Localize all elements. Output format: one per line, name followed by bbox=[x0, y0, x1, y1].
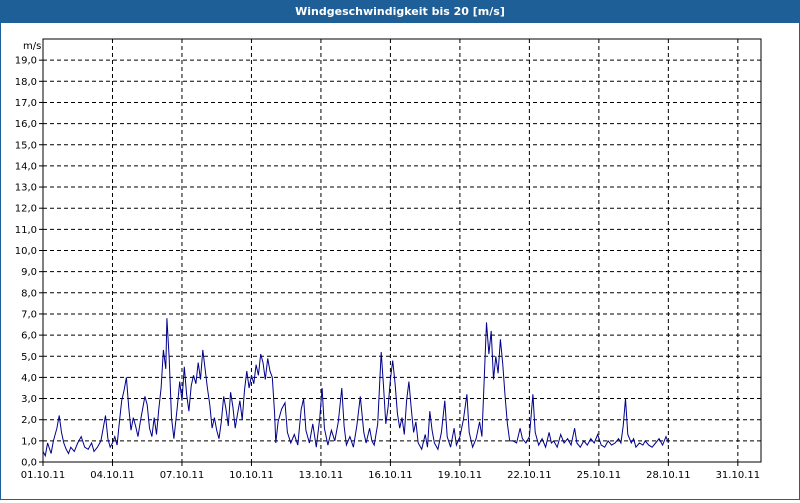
y-tick-label: 2,0 bbox=[21, 415, 37, 426]
chart-grid bbox=[42, 38, 762, 463]
y-tick-label: 10,0 bbox=[15, 246, 37, 257]
x-axis-ticks: 01.10.11 04.10.11 07.10.11 10.10.11 13.10.11… bbox=[21, 462, 760, 481]
x-tick-label: 25.10.11 bbox=[577, 470, 622, 481]
x-tick-label: 13.10.11 bbox=[299, 470, 344, 481]
chart-window: Windgeschwindigkeit bis 20 [m/s] m/s 0,0… bbox=[0, 0, 800, 500]
x-tick-label: 07.10.11 bbox=[160, 470, 205, 481]
x-tick-label: 28.10.11 bbox=[646, 470, 691, 481]
plot-area bbox=[42, 318, 669, 458]
y-tick-label: 16,0 bbox=[15, 119, 37, 130]
y-tick-label: 8,0 bbox=[21, 288, 37, 299]
x-tick-label: 31.10.11 bbox=[716, 470, 761, 481]
y-tick-label: 5,0 bbox=[21, 352, 37, 363]
y-tick-label: 11,0 bbox=[15, 225, 37, 236]
x-tick-label: 04.10.11 bbox=[90, 470, 135, 481]
y-tick-label: 17,0 bbox=[15, 98, 37, 109]
y-tick-label: 13,0 bbox=[15, 183, 37, 194]
wind-speed-chart: m/s 0,0 1,0 2,0 3,0 4,0 5,0 6,0 7,0 8,0 9,0 10,0 11… bbox=[15, 38, 762, 481]
y-axis-unit-label: m/s bbox=[23, 41, 41, 52]
wind-speed-series-line bbox=[42, 318, 669, 458]
y-tick-label: 4,0 bbox=[21, 373, 37, 384]
y-tick-label: 9,0 bbox=[21, 267, 37, 278]
x-tick-label: 22.10.11 bbox=[507, 470, 552, 481]
y-tick-label: 12,0 bbox=[15, 204, 37, 215]
y-tick-label: 15,0 bbox=[15, 140, 37, 151]
y-tick-label: 1,0 bbox=[21, 436, 37, 447]
y-tick-label: 19,0 bbox=[15, 56, 37, 67]
x-tick-label: 19.10.11 bbox=[438, 470, 483, 481]
chart-area: m/s 0,0 1,0 2,0 3,0 4,0 5,0 6,0 7,0 8,0 9,0 10,0 11… bbox=[1, 23, 799, 499]
y-tick-label: 18,0 bbox=[15, 77, 37, 88]
y-tick-label: 14,0 bbox=[15, 161, 37, 172]
x-tick-label: 10.10.11 bbox=[229, 470, 274, 481]
y-tick-label: 6,0 bbox=[21, 331, 37, 342]
x-tick-label: 01.10.11 bbox=[21, 470, 66, 481]
window-title: Windgeschwindigkeit bis 20 [m/s] bbox=[1, 1, 799, 23]
y-axis-ticks: 0,0 1,0 2,0 3,0 4,0 5,0 6,0 7,0 8,0 9,0 10,0 11,0 12… bbox=[15, 56, 43, 469]
y-tick-label: 3,0 bbox=[21, 394, 37, 405]
y-tick-label: 0,0 bbox=[21, 458, 37, 469]
x-tick-label: 16.10.11 bbox=[368, 470, 413, 481]
y-tick-label: 7,0 bbox=[21, 309, 37, 320]
